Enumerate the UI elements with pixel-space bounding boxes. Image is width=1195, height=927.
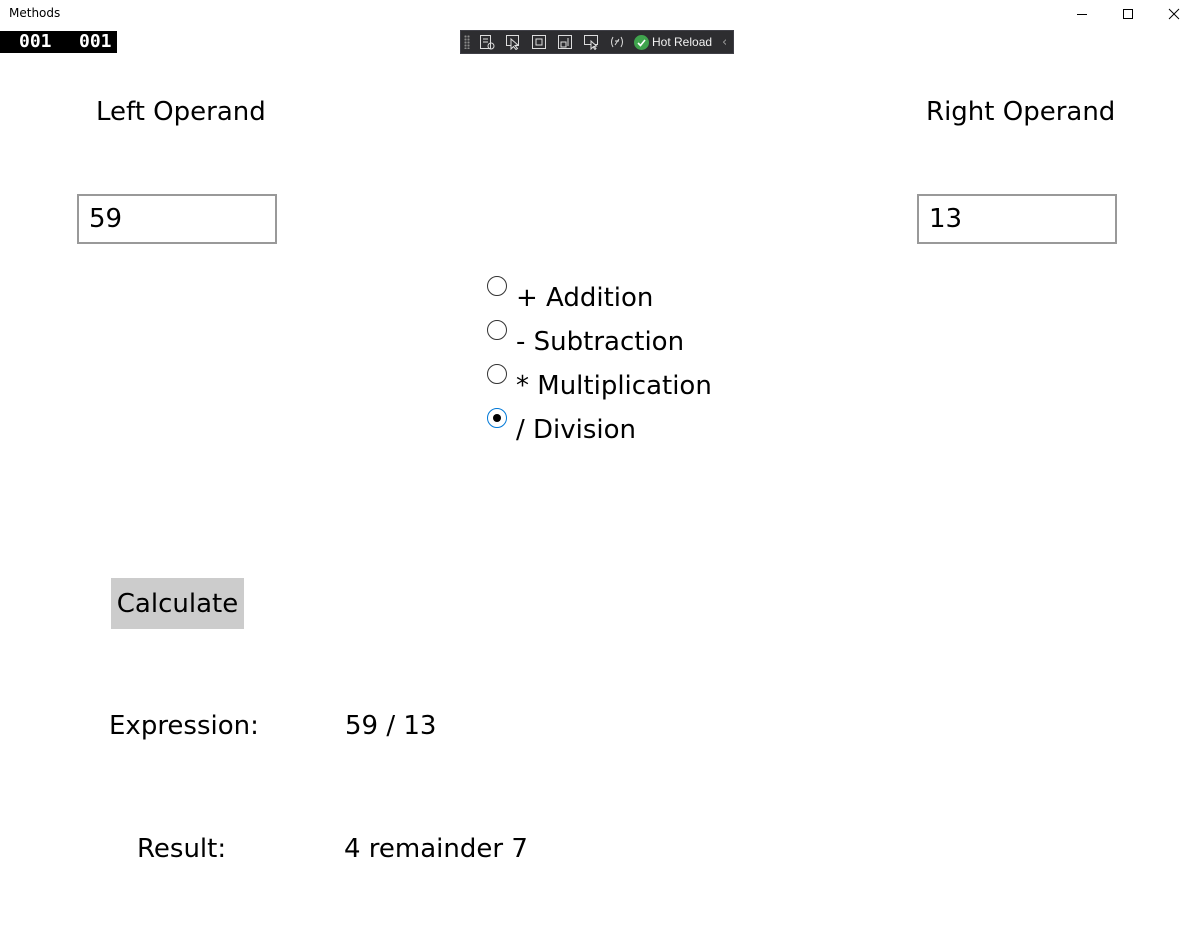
addition-radio[interactable] xyxy=(487,276,507,296)
display-layout-adorners-icon xyxy=(532,35,546,49)
close-icon xyxy=(1168,8,1180,20)
track-focus-button[interactable] xyxy=(554,31,576,53)
maximize-icon xyxy=(1123,9,1133,19)
left-operand-label: Left Operand xyxy=(96,97,266,127)
live-visual-tree-icon xyxy=(480,35,495,50)
preview-selection-icon xyxy=(584,35,598,50)
multiplication-label: * Multiplication xyxy=(516,371,712,401)
frame-rate-counter: 001 001 xyxy=(0,31,117,53)
binding-failures-button[interactable] xyxy=(606,31,628,53)
frame-counter-right: 001 xyxy=(79,31,112,52)
window-title: Methods xyxy=(9,6,61,20)
expression-value: 59 / 13 xyxy=(345,711,437,741)
calculate-button[interactable]: Calculate xyxy=(111,578,244,629)
display-layout-adorners-button[interactable] xyxy=(528,31,550,53)
select-element-button[interactable] xyxy=(502,31,524,53)
right-operand-label: Right Operand xyxy=(926,97,1116,127)
live-visual-tree-button[interactable] xyxy=(476,31,498,53)
addition-label: + Addition xyxy=(516,283,654,313)
subtraction-radio-option[interactable]: - Subtraction xyxy=(487,320,684,357)
frame-counter-left: 001 xyxy=(19,31,52,52)
right-operand-input[interactable] xyxy=(917,194,1117,244)
division-radio[interactable] xyxy=(487,408,507,428)
check-icon xyxy=(634,34,649,50)
result-value: 4 remainder 7 xyxy=(344,834,528,864)
track-focus-icon xyxy=(558,35,572,49)
collapse-toolbar-icon[interactable]: ‹ xyxy=(722,35,727,50)
expression-label: Expression: xyxy=(109,711,259,741)
subtraction-radio[interactable] xyxy=(487,320,507,340)
minimize-icon xyxy=(1077,14,1087,15)
hot-reload-status[interactable]: Hot Reload xyxy=(634,34,713,50)
debug-toolbar: Hot Reload ‹ xyxy=(460,30,734,54)
select-element-icon xyxy=(506,35,520,50)
subtraction-label: - Subtraction xyxy=(516,327,685,357)
toolbar-grip-icon[interactable] xyxy=(464,35,470,49)
division-radio-option[interactable]: / Division xyxy=(487,408,636,445)
multiplication-radio-option[interactable]: * Multiplication xyxy=(487,364,712,401)
binding-failures-icon xyxy=(611,36,623,48)
preview-selection-button[interactable] xyxy=(580,31,602,53)
addition-radio-option[interactable]: + Addition xyxy=(487,276,653,313)
left-operand-input[interactable] xyxy=(77,194,277,244)
close-button[interactable] xyxy=(1151,0,1195,28)
result-label: Result: xyxy=(137,834,227,864)
hot-reload-label: Hot Reload xyxy=(652,35,713,49)
minimize-button[interactable] xyxy=(1059,0,1105,28)
maximize-button[interactable] xyxy=(1105,0,1151,28)
division-label: / Division xyxy=(516,415,637,445)
multiplication-radio[interactable] xyxy=(487,364,507,384)
